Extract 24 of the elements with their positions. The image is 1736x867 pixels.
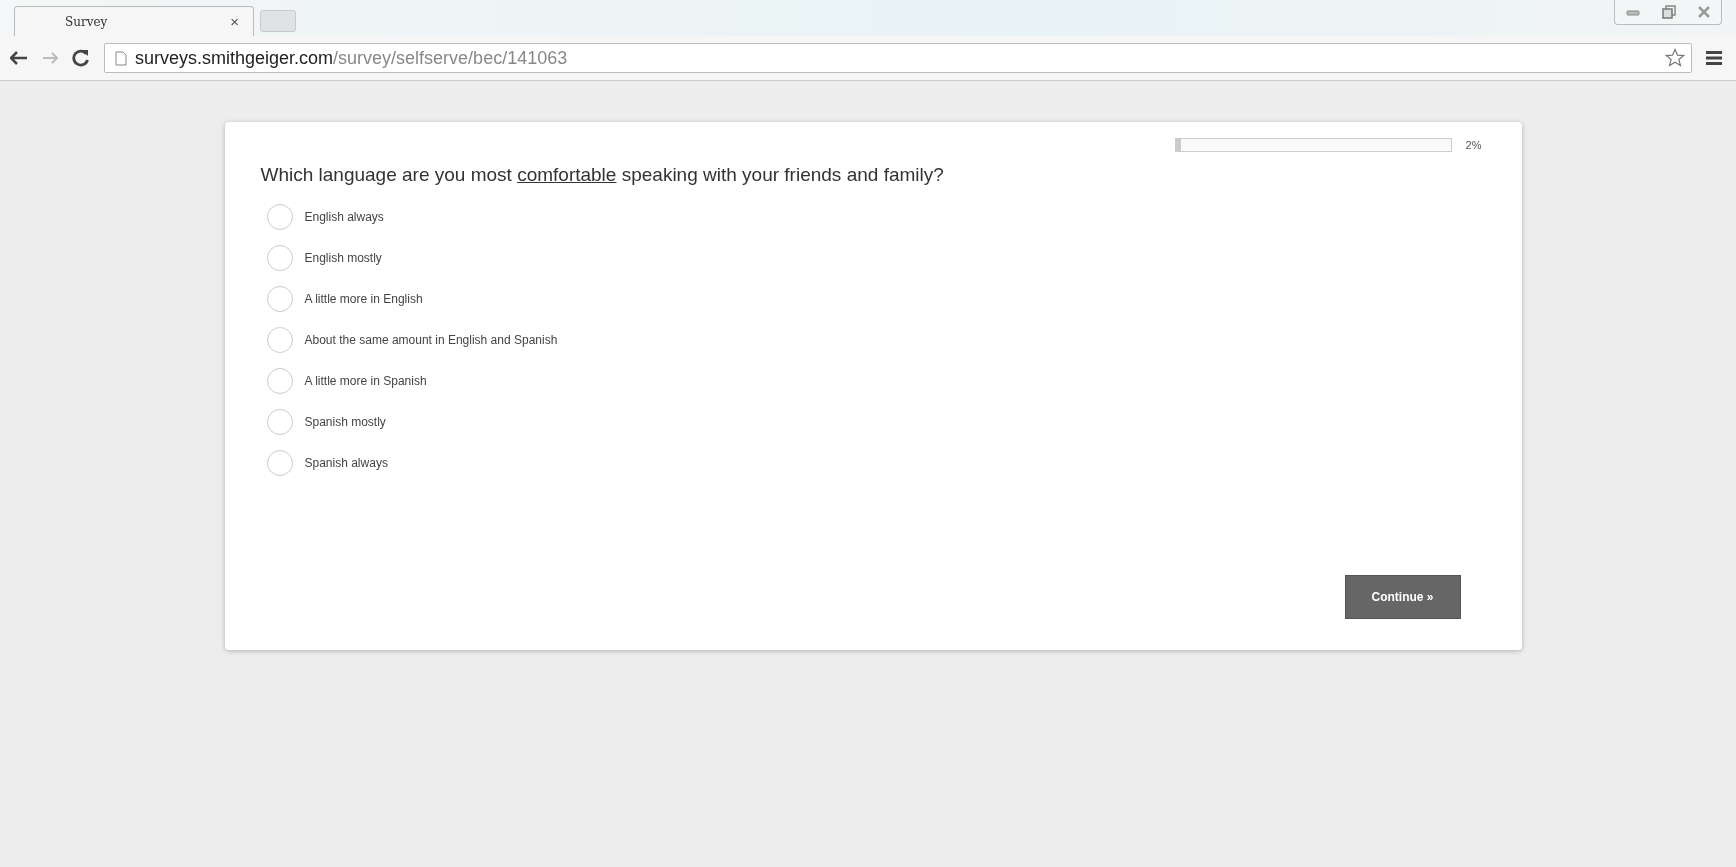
restore-icon[interactable] — [1661, 5, 1677, 19]
address-bar[interactable]: surveys.smithgeiger.com/survey/selfserve/bec/141063 — [104, 43, 1692, 73]
tab-title: Survey — [65, 14, 109, 29]
menu-icon[interactable] — [1706, 51, 1722, 65]
page-icon — [115, 50, 127, 66]
option-label[interactable]: Spanish always — [304, 456, 388, 470]
star-icon[interactable] — [1665, 48, 1685, 68]
option-label[interactable]: Spanish mostly — [304, 415, 386, 429]
forward-arrow-icon[interactable] — [42, 52, 58, 64]
option-label[interactable]: A little more in Spanish — [304, 374, 427, 388]
option-label[interactable]: About the same amount in English and Spanish — [304, 333, 558, 347]
question-text: Which language are you most comfortable speaking with your friends and family? — [260, 164, 945, 186]
new-tab-button[interactable] — [260, 10, 296, 32]
browser-tab[interactable]: Survey × — [14, 6, 254, 36]
tab-close-button[interactable]: × — [230, 13, 239, 30]
close-icon[interactable] — [1697, 5, 1711, 19]
back-arrow-icon[interactable] — [10, 51, 28, 65]
option-label[interactable]: English always — [304, 210, 384, 224]
option-label[interactable]: A little more in English — [304, 292, 423, 306]
continue-button[interactable]: Continue » — [1344, 575, 1461, 619]
reload-icon[interactable] — [72, 49, 90, 67]
option-label[interactable]: English mostly — [304, 251, 382, 265]
url-text: surveys.smithgeiger.com/survey/selfserve/bec/141063 — [135, 47, 568, 69]
progress-percent: 2% — [1465, 139, 1482, 151]
